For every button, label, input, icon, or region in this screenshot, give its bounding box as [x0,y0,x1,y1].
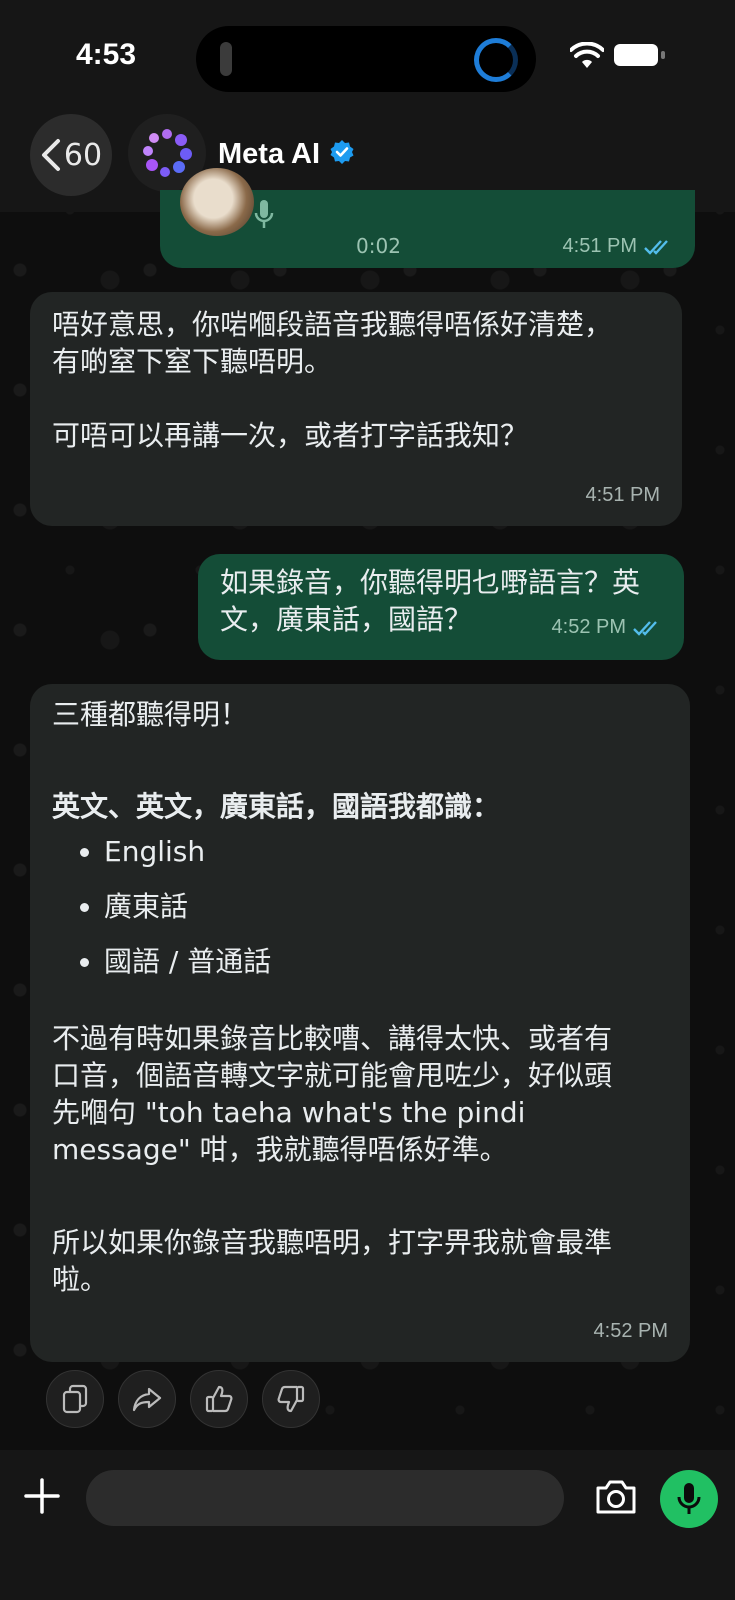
list-item: 國語 / 普通話 [104,943,668,980]
copy-button[interactable] [46,1370,104,1428]
camera-icon[interactable] [594,1478,638,1516]
copy-icon [62,1384,88,1414]
thumbs-up-icon [205,1385,233,1413]
double-check-icon [644,239,668,255]
message-actions [46,1370,320,1428]
island-indicator [220,42,232,76]
language-list: English 廣東話 國語 / 普通話 [52,833,668,980]
mic-icon [677,1483,701,1514]
timestamp-text: 4:52 PM [593,1320,668,1342]
back-button[interactable]: 60 [30,114,112,196]
mic-icon [254,200,274,228]
plus-icon[interactable] [22,1476,62,1516]
unread-count: 60 [63,137,103,173]
list-item: English [104,833,668,870]
back-chevron-icon [41,139,60,171]
verified-badge-icon [330,140,354,164]
incoming-message-bubble[interactable]: 唔好意思，你啱嗰段語音我聽得唔係好清楚， 有啲窒下窒下聽唔明。 可唔可以再講一次… [30,292,682,526]
dynamic-island [196,26,536,92]
status-time: 4:53 [76,38,137,71]
timestamp-text: 4:51 PM [562,235,637,257]
timestamp-text: 4:51 PM [585,484,660,506]
share-button[interactable] [118,1370,176,1428]
message-text: 唔好意思，你啱嗰段語音我聽得唔係好清楚， 有啲窒下窒下聽唔明。 可唔可以再講一次… [52,308,613,452]
message-paragraph: 不過有時如果錄音比較嘈、講得太快、或者有 口音，個語音轉文字就可能會甩咗少，好似… [52,1022,613,1166]
message-timestamp: 4:51 PM [586,477,660,514]
status-bar: 4:53 [0,0,735,110]
thumbs-down-icon [277,1385,305,1413]
message-timestamp: 4:52 PM [594,1313,668,1350]
message-paragraph: 所以如果你錄音我聽唔明，打字畀我就會最準 啦。 [52,1226,613,1296]
message-intro: 三種都聽得明！ [52,698,249,731]
voice-duration: 0:02 [356,234,401,258]
voice-sender-avatar [180,168,254,236]
island-activity-ring [474,38,518,82]
message-timestamp: 4:52 PM [552,609,662,646]
outgoing-message-bubble[interactable]: 如果錄音，你聽得明乜嘢語言？英 文，廣東話，國語？ 4:52 PM [198,554,684,660]
contact-name[interactable]: Meta AI [218,138,320,171]
share-icon [132,1387,162,1412]
double-check-icon [633,620,657,636]
battery-tip [661,51,665,59]
battery-icon [614,44,658,66]
wifi-icon [570,42,604,68]
message-bold-line: 英文、英文，廣東話，國語我都識： [52,790,501,823]
message-input[interactable] [86,1470,564,1526]
voice-record-button[interactable] [660,1470,718,1528]
incoming-message-bubble[interactable]: 三種都聽得明！ 英文、英文，廣東話，國語我都識： English 廣東話 國語 … [30,684,690,1362]
composer-bar [0,1450,735,1600]
like-button[interactable] [190,1370,248,1428]
voice-message-bubble[interactable]: 0:02 4:51 PM [160,168,695,268]
list-item: 廣東話 [104,888,668,925]
dislike-button[interactable] [262,1370,320,1428]
timestamp-text: 4:52 PM [551,616,626,638]
message-timestamp: 4:51 PM [563,228,673,265]
